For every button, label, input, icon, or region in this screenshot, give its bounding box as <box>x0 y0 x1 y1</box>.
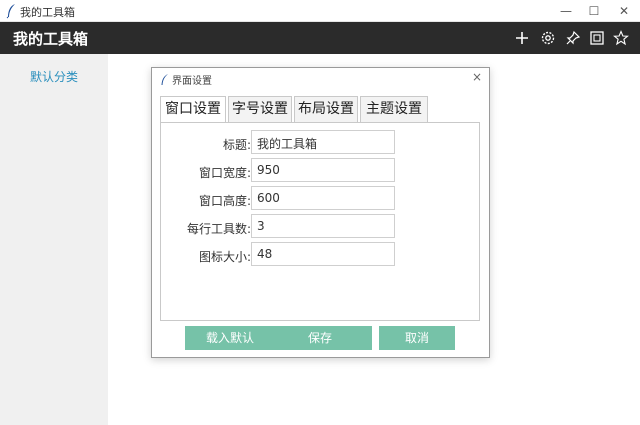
tab-theme-settings[interactable]: 主题设置 <box>360 96 428 122</box>
app-header: 我的工具箱 <box>0 22 640 54</box>
dialog-title: 界面设置 <box>172 76 212 87</box>
window-title: 我的工具箱 <box>20 6 75 19</box>
gear-icon[interactable] <box>538 28 558 48</box>
save-button[interactable]: 保存 <box>268 326 372 350</box>
icon-size-field[interactable]: 48 <box>251 242 395 266</box>
tab-layout-settings[interactable]: 布局设置 <box>294 96 358 122</box>
window-settings-panel: 标题: 我的工具箱 窗口宽度: 950 窗口高度: 600 每行工具数: 3 图… <box>160 122 480 321</box>
window-width-label: 窗口宽度: <box>198 166 251 180</box>
title-field[interactable]: 我的工具箱 <box>251 130 395 154</box>
window-height-field[interactable]: 600 <box>251 186 395 210</box>
cancel-button[interactable]: 取消 <box>379 326 455 350</box>
tools-per-row-field[interactable]: 3 <box>251 214 395 238</box>
window-height-label: 窗口高度: <box>198 194 251 208</box>
tab-font-settings[interactable]: 字号设置 <box>228 96 292 122</box>
minimize-button[interactable]: — <box>552 2 580 20</box>
window-titlebar: 我的工具箱 — ☐ ✕ <box>0 0 640 22</box>
feather-icon <box>159 71 169 85</box>
add-icon[interactable] <box>512 28 532 48</box>
title-label: 标题: <box>222 138 251 152</box>
icon-size-label: 图标大小: <box>198 250 251 264</box>
window-width-field[interactable]: 950 <box>251 158 395 182</box>
close-button[interactable]: ✕ <box>610 2 638 20</box>
tab-window-settings[interactable]: 窗口设置 <box>160 96 226 122</box>
settings-dialog: 界面设置 × 窗口设置 字号设置 布局设置 主题设置 标题: 我的工具箱 窗口宽… <box>151 67 490 358</box>
dialog-titlebar: 界面设置 × <box>152 68 489 88</box>
screen-icon[interactable] <box>587 28 607 48</box>
maximize-button[interactable]: ☐ <box>580 2 608 20</box>
tools-per-row-label: 每行工具数: <box>186 222 251 236</box>
load-default-button[interactable]: 载入默认 <box>185 326 275 350</box>
app-title: 我的工具箱 <box>13 30 89 48</box>
dialog-close-icon[interactable]: × <box>472 70 482 84</box>
feather-icon <box>5 3 17 19</box>
sidebar: 默认分类 <box>0 54 108 425</box>
star-icon[interactable] <box>611 28 631 48</box>
pin-icon[interactable] <box>563 28 583 48</box>
sidebar-item-default-category[interactable]: 默认分类 <box>0 68 108 85</box>
